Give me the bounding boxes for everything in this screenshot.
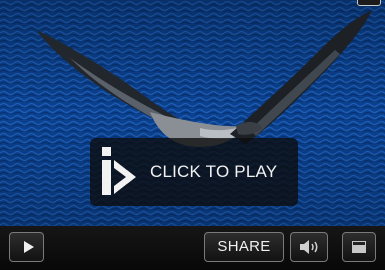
play-icon: [24, 241, 34, 253]
fullscreen-icon: [352, 241, 366, 253]
click-to-play-label: CLICK TO PLAY: [150, 162, 278, 181]
brand-play-icon: [102, 147, 136, 195]
click-to-play-overlay[interactable]: CLICK TO PLAY: [90, 138, 298, 206]
top-corner-button[interactable]: [357, 0, 381, 6]
play-button[interactable]: [9, 232, 44, 262]
volume-icon: [300, 240, 318, 254]
fullscreen-button[interactable]: [342, 232, 376, 262]
volume-button[interactable]: [290, 232, 328, 262]
video-player[interactable]: CLICK TO PLAY SHARE: [0, 0, 385, 270]
control-bar: SHARE: [0, 226, 385, 270]
share-button[interactable]: SHARE: [204, 232, 284, 262]
